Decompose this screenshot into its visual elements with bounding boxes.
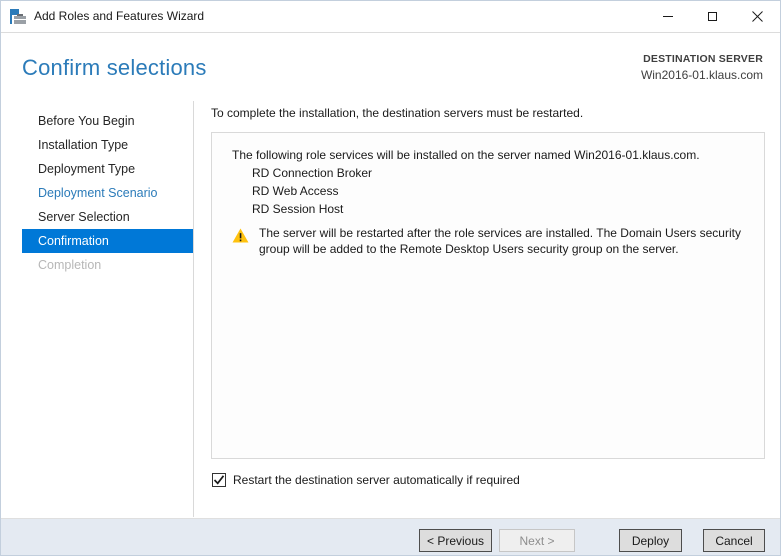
restart-warning: The server will be restarted after the r…	[232, 225, 744, 257]
page-title: Confirm selections	[22, 55, 207, 81]
sidebar-item-before-you-begin[interactable]: Before You Begin	[22, 109, 193, 133]
wizard-footer: < Previous Next > Deploy Cancel	[1, 518, 780, 556]
add-roles-features-wizard-window: Add Roles and Features Wizard Confirm se…	[0, 0, 781, 556]
close-icon	[752, 11, 763, 22]
maximize-icon	[708, 12, 717, 21]
deploy-button[interactable]: Deploy	[619, 529, 682, 552]
next-button: Next >	[499, 529, 575, 552]
restart-checkbox[interactable]	[212, 473, 226, 487]
minimize-button[interactable]	[645, 1, 690, 32]
role-service-item: RD Session Host	[232, 200, 744, 218]
sidebar-item-deployment-type[interactable]: Deployment Type	[22, 157, 193, 181]
warning-icon	[232, 228, 249, 257]
sidebar-divider	[193, 101, 194, 517]
destination-server-name: Win2016-01.klaus.com	[641, 68, 763, 82]
previous-button[interactable]: < Previous	[419, 529, 492, 552]
wizard-steps-sidebar: Before You Begin Installation Type Deplo…	[1, 109, 193, 277]
roles-wizard-icon	[10, 9, 27, 25]
checkmark-icon	[213, 474, 225, 486]
minimize-icon	[663, 16, 673, 17]
restart-option-row: Restart the destination server automatic…	[212, 473, 520, 487]
sidebar-item-server-selection[interactable]: Server Selection	[22, 205, 193, 229]
window-title: Add Roles and Features Wizard	[34, 9, 204, 23]
destination-server-label: DESTINATION SERVER	[641, 53, 763, 65]
sidebar-item-deployment-scenario[interactable]: Deployment Scenario	[22, 181, 193, 205]
role-service-item: RD Connection Broker	[232, 164, 744, 182]
sidebar-item-confirmation[interactable]: Confirmation	[22, 229, 193, 253]
close-button[interactable]	[735, 1, 780, 32]
warning-text: The server will be restarted after the r…	[259, 225, 741, 257]
maximize-button[interactable]	[690, 1, 735, 32]
cancel-button[interactable]: Cancel	[703, 529, 765, 552]
sidebar-item-installation-type[interactable]: Installation Type	[22, 133, 193, 157]
role-service-item: RD Web Access	[232, 182, 744, 200]
restart-checkbox-label[interactable]: Restart the destination server automatic…	[233, 473, 520, 487]
summary-lead-text: The following role services will be inst…	[232, 146, 744, 164]
sidebar-item-completion: Completion	[22, 253, 193, 277]
title-bar: Add Roles and Features Wizard	[1, 1, 780, 33]
destination-server-block: DESTINATION SERVER Win2016-01.klaus.com	[641, 53, 763, 82]
intro-text: To complete the installation, the destin…	[211, 106, 583, 120]
confirmation-summary-box: The following role services will be inst…	[211, 132, 765, 459]
